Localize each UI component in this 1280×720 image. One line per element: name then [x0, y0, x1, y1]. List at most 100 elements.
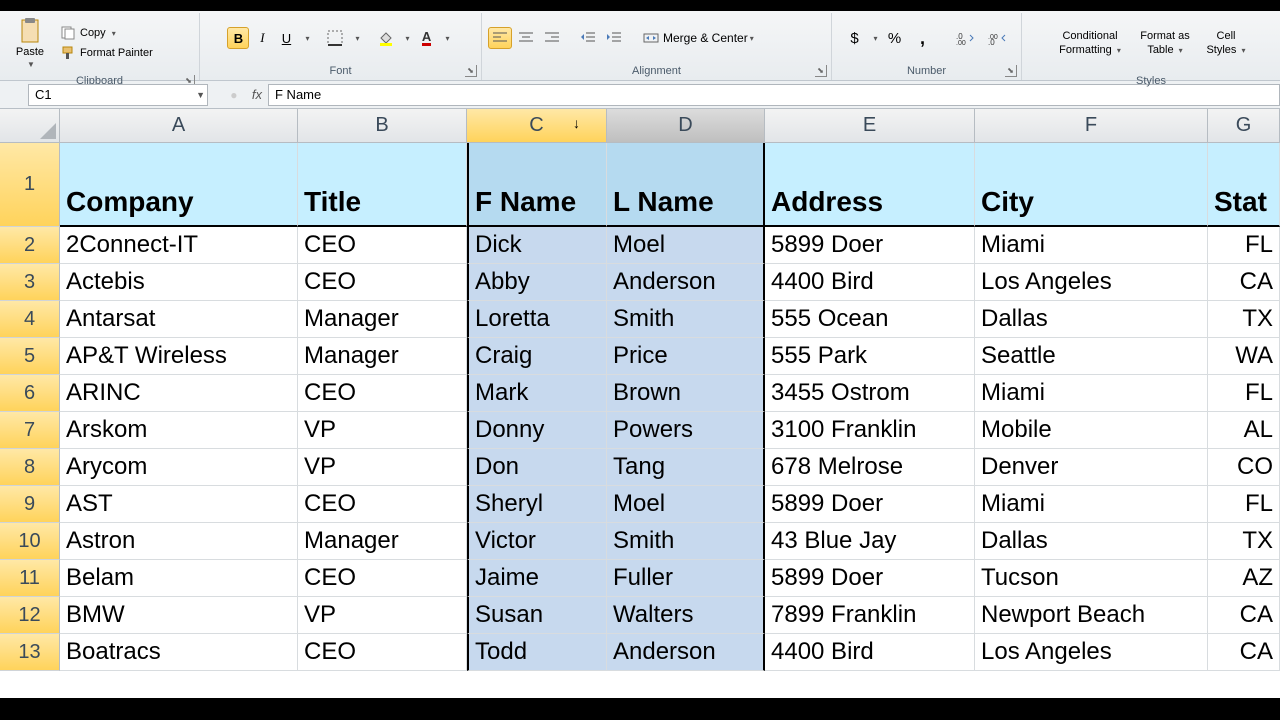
data-cell[interactable]: Moel: [607, 486, 765, 523]
format-as-table-button[interactable]: Format as Table ▾: [1131, 15, 1199, 71]
data-cell[interactable]: Arskom: [60, 412, 298, 449]
data-cell[interactable]: 678 Melrose: [765, 449, 975, 486]
data-cell[interactable]: Newport Beach: [975, 597, 1208, 634]
number-launcher[interactable]: ⬊: [1005, 65, 1017, 77]
data-cell[interactable]: 555 Ocean: [765, 301, 975, 338]
bold-button[interactable]: B: [227, 27, 249, 49]
col-header-C[interactable]: C↓: [467, 109, 607, 143]
name-box-dropdown[interactable]: ▼: [196, 90, 205, 100]
data-cell[interactable]: Loretta: [467, 301, 607, 338]
header-cell[interactable]: City: [975, 143, 1208, 227]
row-header-10[interactable]: 10: [0, 523, 60, 560]
data-cell[interactable]: 2Connect-IT: [60, 227, 298, 264]
data-cell[interactable]: Todd: [467, 634, 607, 671]
data-cell[interactable]: CA: [1208, 634, 1280, 671]
currency-dropdown[interactable]: ▾: [873, 34, 877, 43]
data-cell[interactable]: 4400 Bird: [765, 634, 975, 671]
data-cell[interactable]: CEO: [298, 634, 467, 671]
data-cell[interactable]: Smith: [607, 523, 765, 560]
data-cell[interactable]: AL: [1208, 412, 1280, 449]
data-cell[interactable]: Anderson: [607, 264, 765, 301]
data-cell[interactable]: Dick: [467, 227, 607, 264]
data-cell[interactable]: TX: [1208, 523, 1280, 560]
data-cell[interactable]: VP: [298, 449, 467, 486]
copy-button[interactable]: Copy ▾: [58, 24, 155, 42]
data-cell[interactable]: Jaime: [467, 560, 607, 597]
data-cell[interactable]: CA: [1208, 597, 1280, 634]
data-cell[interactable]: 5899 Doer: [765, 227, 975, 264]
data-cell[interactable]: Tucson: [975, 560, 1208, 597]
row-header-11[interactable]: 11: [0, 560, 60, 597]
conditional-formatting-button[interactable]: Conditional Formatting ▾: [1051, 15, 1129, 71]
data-cell[interactable]: Brown: [607, 375, 765, 412]
data-cell[interactable]: WA: [1208, 338, 1280, 375]
data-cell[interactable]: Los Angeles: [975, 634, 1208, 671]
align-right-button[interactable]: [540, 27, 564, 49]
row-header-1[interactable]: 1: [0, 143, 60, 227]
data-cell[interactable]: 43 Blue Jay: [765, 523, 975, 560]
col-header-A[interactable]: A: [60, 109, 298, 143]
data-cell[interactable]: VP: [298, 412, 467, 449]
data-cell[interactable]: Seattle: [975, 338, 1208, 375]
borders-dropdown[interactable]: ▾: [349, 27, 363, 49]
data-cell[interactable]: CEO: [298, 560, 467, 597]
data-cell[interactable]: Manager: [298, 523, 467, 560]
data-cell[interactable]: Victor: [467, 523, 607, 560]
header-cell[interactable]: Address: [765, 143, 975, 227]
merge-center-button[interactable]: Merge & Center ▾: [638, 27, 759, 49]
data-cell[interactable]: Miami: [975, 227, 1208, 264]
data-cell[interactable]: CEO: [298, 227, 467, 264]
header-cell[interactable]: Company: [60, 143, 298, 227]
data-cell[interactable]: 7899 Franklin: [765, 597, 975, 634]
data-cell[interactable]: Craig: [467, 338, 607, 375]
data-cell[interactable]: Manager: [298, 338, 467, 375]
data-cell[interactable]: FL: [1208, 227, 1280, 264]
col-header-D[interactable]: D: [607, 109, 765, 143]
data-cell[interactable]: Los Angeles: [975, 264, 1208, 301]
data-cell[interactable]: FL: [1208, 375, 1280, 412]
row-header-9[interactable]: 9: [0, 486, 60, 523]
header-cell[interactable]: F Name: [467, 143, 607, 227]
data-cell[interactable]: Susan: [467, 597, 607, 634]
data-cell[interactable]: 3455 Ostrom: [765, 375, 975, 412]
data-cell[interactable]: CEO: [298, 375, 467, 412]
row-header-2[interactable]: 2: [0, 227, 60, 264]
data-cell[interactable]: Manager: [298, 301, 467, 338]
paste-button[interactable]: Paste ▼: [6, 15, 54, 71]
data-cell[interactable]: Walters: [607, 597, 765, 634]
data-cell[interactable]: Miami: [975, 375, 1208, 412]
data-cell[interactable]: Arycom: [60, 449, 298, 486]
data-cell[interactable]: Antarsat: [60, 301, 298, 338]
cell-styles-button[interactable]: Cell Styles ▾: [1201, 15, 1251, 71]
name-box[interactable]: C1 ▼: [28, 84, 208, 106]
data-cell[interactable]: 5899 Doer: [765, 486, 975, 523]
row-header-8[interactable]: 8: [0, 449, 60, 486]
row-header-13[interactable]: 13: [0, 634, 60, 671]
data-cell[interactable]: Don: [467, 449, 607, 486]
header-cell[interactable]: Stat: [1208, 143, 1280, 227]
increase-indent-button[interactable]: [602, 27, 626, 49]
align-center-button[interactable]: [514, 27, 538, 49]
percent-button[interactable]: %: [884, 27, 906, 49]
format-painter-button[interactable]: Format Painter: [58, 44, 155, 62]
data-cell[interactable]: CO: [1208, 449, 1280, 486]
font-color-dropdown[interactable]: ▾: [440, 27, 454, 49]
data-cell[interactable]: AST: [60, 486, 298, 523]
data-cell[interactable]: ARINC: [60, 375, 298, 412]
data-cell[interactable]: Donny: [467, 412, 607, 449]
data-cell[interactable]: 4400 Bird: [765, 264, 975, 301]
borders-button[interactable]: [323, 27, 347, 49]
header-cell[interactable]: Title: [298, 143, 467, 227]
data-cell[interactable]: 5899 Doer: [765, 560, 975, 597]
col-header-F[interactable]: F: [975, 109, 1208, 143]
align-left-button[interactable]: [488, 27, 512, 49]
row-header-5[interactable]: 5: [0, 338, 60, 375]
data-cell[interactable]: CEO: [298, 486, 467, 523]
col-header-E[interactable]: E: [765, 109, 975, 143]
font-color-button[interactable]: A: [416, 27, 438, 49]
fx-button[interactable]: fx: [252, 87, 262, 102]
data-cell[interactable]: Anderson: [607, 634, 765, 671]
data-cell[interactable]: Abby: [467, 264, 607, 301]
fill-dropdown[interactable]: ▾: [400, 27, 414, 49]
cancel-formula-button[interactable]: ●: [224, 85, 244, 105]
